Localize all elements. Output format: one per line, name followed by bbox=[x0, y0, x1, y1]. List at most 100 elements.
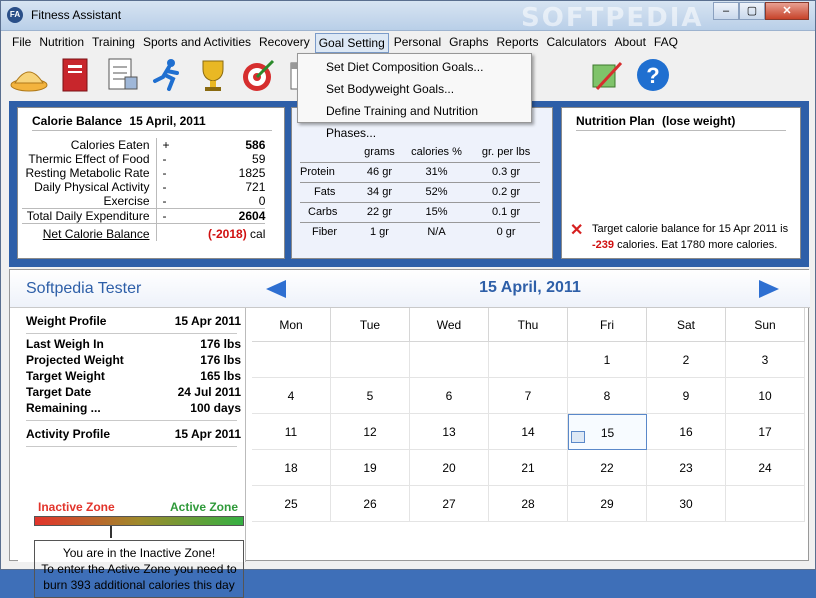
calendar-day[interactable]: 30 bbox=[647, 486, 726, 522]
calendar-week-row: 18 19 20 21 22 23 24 bbox=[252, 450, 805, 486]
row-sign: - bbox=[155, 208, 208, 224]
goal-setting-dropdown: Set Diet Composition Goals... Set Bodywe… bbox=[297, 53, 532, 140]
row-label: Daily Physical Activity bbox=[34, 180, 150, 194]
calendar-day[interactable]: 27 bbox=[410, 486, 489, 522]
calendar-day[interactable]: 6 bbox=[410, 378, 489, 414]
nutrient-grams: 46 gr bbox=[366, 166, 392, 178]
net-calorie-balance-link[interactable]: Net Calorie Balance bbox=[43, 227, 150, 241]
nutrient-name: Carbs bbox=[308, 206, 338, 218]
weekday-label: Mon bbox=[252, 308, 331, 342]
previous-day-arrow-icon[interactable] bbox=[266, 280, 286, 298]
menu-define-phases[interactable]: Define Training and Nutrition Phases... bbox=[298, 100, 531, 140]
user-name: Softpedia Tester bbox=[26, 280, 142, 297]
calendar-day[interactable]: 13 bbox=[410, 414, 489, 450]
food-plate-icon[interactable] bbox=[9, 55, 49, 95]
menu-goal-setting[interactable]: Goal Setting bbox=[314, 33, 389, 53]
menu-nutrition[interactable]: Nutrition bbox=[36, 33, 87, 53]
net-calorie-unit: cal bbox=[250, 227, 266, 241]
menu-set-bodyweight-goals[interactable]: Set Bodyweight Goals... bbox=[298, 78, 531, 100]
calendar-day[interactable]: 8 bbox=[568, 378, 647, 414]
zone-note-line: You are in the Inactive Zone! bbox=[62, 546, 216, 560]
inactive-zone-label: Inactive Zone bbox=[38, 500, 115, 514]
minimize-button[interactable]: – bbox=[713, 2, 739, 20]
menu-training[interactable]: Training bbox=[89, 33, 138, 53]
row-sign: - bbox=[155, 166, 208, 180]
nutrient-per-lbs: 0.1 gr bbox=[492, 206, 521, 218]
calendar-day[interactable] bbox=[252, 342, 331, 378]
maximize-button[interactable]: ▢ bbox=[739, 2, 765, 20]
calendar-day[interactable]: 18 bbox=[252, 450, 331, 486]
calendar-day[interactable]: 28 bbox=[489, 486, 568, 522]
note-icon bbox=[571, 431, 585, 443]
calendar-day[interactable]: 10 bbox=[726, 378, 805, 414]
calendar-day[interactable]: 4 bbox=[252, 378, 331, 414]
zone-note-line: burn 393 additional calories this day bbox=[43, 578, 235, 592]
menu-about[interactable]: About bbox=[612, 33, 649, 53]
menu-sports-activities[interactable]: Sports and Activities bbox=[140, 33, 254, 53]
trophy-icon[interactable] bbox=[193, 55, 233, 95]
summary-panel: Calorie Balance 15 April, 2011 Calories … bbox=[9, 101, 809, 267]
nutrient-name: Fiber bbox=[312, 226, 338, 239]
weekday-header: Mon Tue Wed Thu Fri Sat Sun bbox=[252, 308, 805, 342]
menu-faq[interactable]: FAQ bbox=[651, 33, 681, 53]
calendar-day[interactable]: 16 bbox=[647, 414, 726, 450]
profile-value: 165 lbs bbox=[200, 369, 241, 383]
checklist-icon[interactable] bbox=[101, 55, 141, 95]
menu-personal[interactable]: Personal bbox=[391, 33, 444, 53]
calendar-day[interactable]: 7 bbox=[489, 378, 568, 414]
menu-graphs[interactable]: Graphs bbox=[446, 33, 491, 53]
book-icon[interactable] bbox=[55, 55, 95, 95]
profile-row: Remaining ... 100 days bbox=[18, 401, 245, 417]
calendar-day[interactable]: 1 bbox=[568, 342, 647, 378]
export-icon[interactable] bbox=[587, 55, 627, 95]
plan-message-value: -239 bbox=[592, 239, 615, 251]
zone-note: You are in the Inactive Zone! To enter t… bbox=[34, 540, 244, 598]
calendar-day[interactable]: 21 bbox=[489, 450, 568, 486]
help-icon[interactable]: ? bbox=[633, 55, 673, 95]
nutrition-plan-message: Target calorie balance for 15 Apr 2011 i… bbox=[592, 221, 792, 253]
calendar-day[interactable]: 9 bbox=[647, 378, 726, 414]
row-label: Total Daily Expenditure bbox=[22, 208, 156, 224]
profile-label: Remaining ... bbox=[26, 401, 101, 415]
nutrition-plan-mode: (lose weight) bbox=[662, 114, 736, 128]
menu-file[interactable]: File bbox=[9, 33, 34, 53]
menu-recovery[interactable]: Recovery bbox=[256, 33, 313, 53]
menu-reports[interactable]: Reports bbox=[493, 33, 541, 53]
warning-x-icon: ✕ bbox=[570, 222, 584, 239]
calendar-day[interactable] bbox=[410, 342, 489, 378]
calendar-day[interactable] bbox=[489, 342, 568, 378]
calendar-day[interactable]: 23 bbox=[647, 450, 726, 486]
runner-icon[interactable] bbox=[147, 55, 187, 95]
calendar-day[interactable] bbox=[331, 342, 410, 378]
calendar-day-today[interactable]: 15 bbox=[568, 414, 647, 450]
nutrient-percent: N/A bbox=[427, 226, 446, 239]
calendar-day[interactable]: 26 bbox=[331, 486, 410, 522]
calendar-day[interactable]: 29 bbox=[568, 486, 647, 522]
next-day-arrow-icon[interactable] bbox=[759, 280, 779, 298]
calendar-day[interactable]: 14 bbox=[489, 414, 568, 450]
calendar-day[interactable]: 3 bbox=[726, 342, 805, 378]
nutrient-name: Protein bbox=[300, 166, 335, 178]
calendar-day[interactable]: 20 bbox=[410, 450, 489, 486]
calendar-day[interactable]: 19 bbox=[331, 450, 410, 486]
calendar-week-row: 123 bbox=[252, 342, 805, 378]
weekday-label: Sun bbox=[726, 308, 805, 342]
target-icon[interactable] bbox=[239, 55, 279, 95]
close-button[interactable]: ✕ bbox=[765, 2, 809, 20]
row-sign: - bbox=[155, 194, 208, 209]
calendar-day[interactable]: 12 bbox=[331, 414, 410, 450]
calendar-day[interactable]: 25 bbox=[252, 486, 331, 522]
calendar-day[interactable]: 2 bbox=[647, 342, 726, 378]
nutrition-header: gr. per lbs bbox=[481, 145, 531, 158]
menu-set-diet-goals[interactable]: Set Diet Composition Goals... bbox=[298, 56, 531, 78]
calendar-day[interactable]: 22 bbox=[568, 450, 647, 486]
calendar-day[interactable] bbox=[726, 486, 805, 522]
weekday-label: Tue bbox=[331, 308, 410, 342]
menu-calculators[interactable]: Calculators bbox=[544, 33, 610, 53]
nutrient-percent: 52% bbox=[425, 186, 448, 198]
activity-profile-date: 15 Apr 2011 bbox=[174, 427, 241, 441]
calendar-day[interactable]: 24 bbox=[726, 450, 805, 486]
calendar-day[interactable]: 5 bbox=[331, 378, 410, 414]
calendar-day[interactable]: 17 bbox=[726, 414, 805, 450]
calendar-day[interactable]: 11 bbox=[252, 414, 331, 450]
